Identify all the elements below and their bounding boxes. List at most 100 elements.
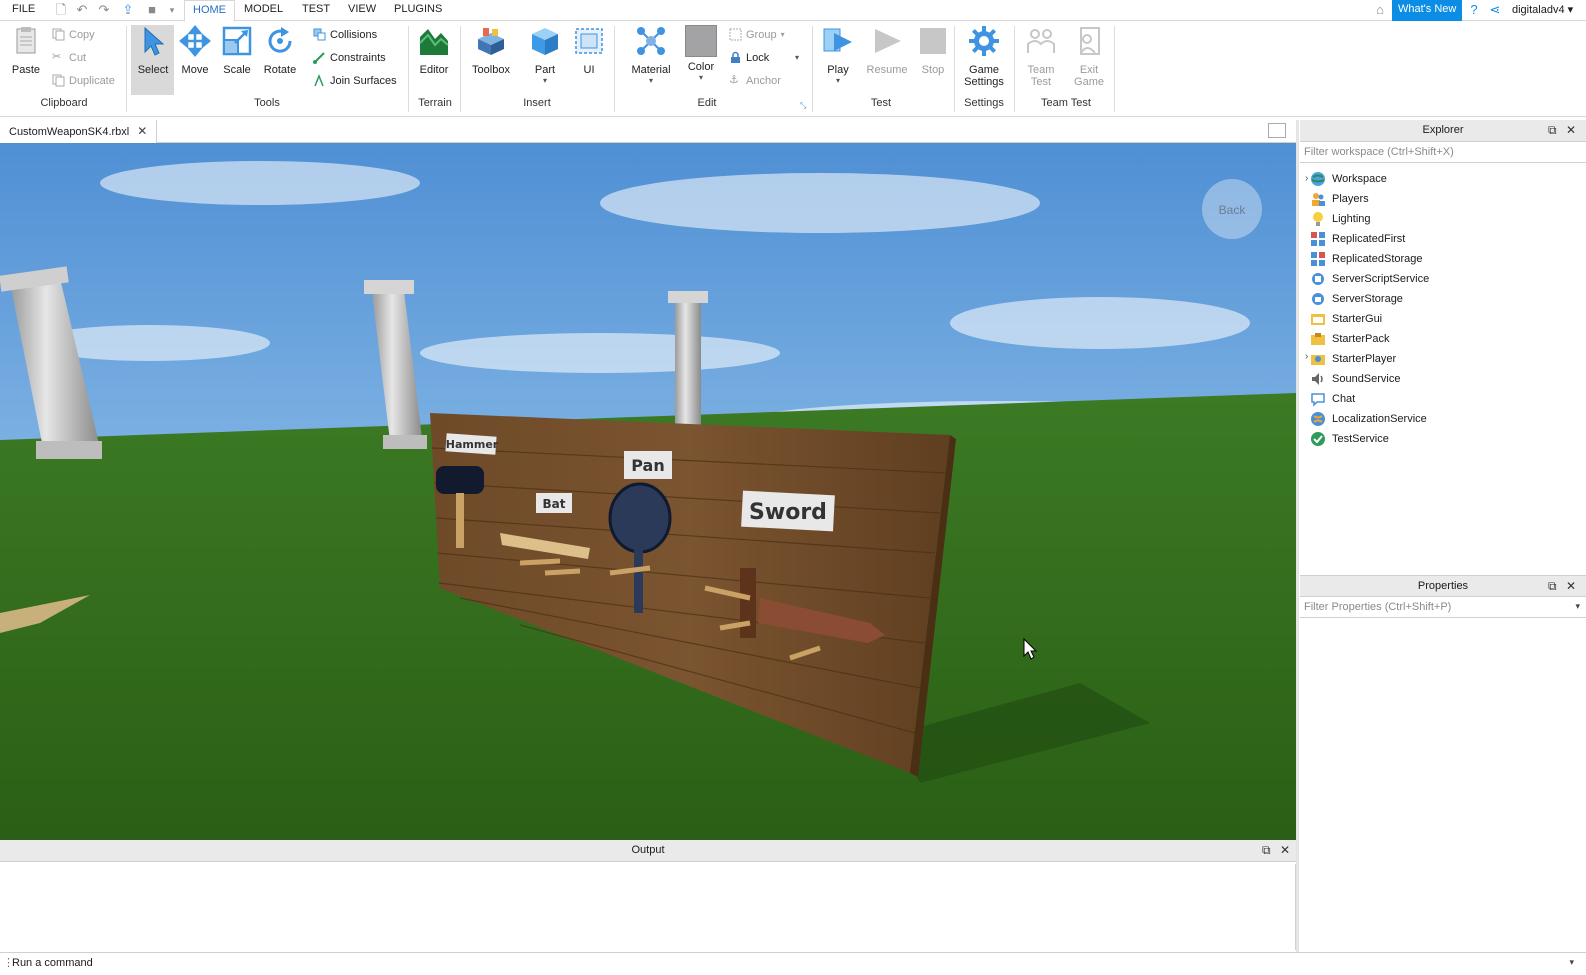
tab-model[interactable]: MODEL [244, 3, 283, 15]
material-button[interactable]: Material ▾ [628, 25, 674, 85]
resume-button[interactable]: Resume [864, 25, 910, 76]
output-undock-icon[interactable]: ⧉ [1262, 843, 1271, 858]
join-surfaces-toggle[interactable]: Join Surfaces [313, 74, 397, 87]
user-menu[interactable]: digitaladv4 ▾ [1512, 3, 1573, 16]
explorer-item-players[interactable]: Players [1310, 189, 1369, 209]
edit-settings-launcher-icon[interactable]: ⤡ [800, 101, 806, 111]
move-button[interactable]: Move [178, 25, 212, 76]
terrain-editor-label: Editor [419, 64, 449, 76]
separator [126, 26, 127, 112]
explorer-item-localizationservice[interactable]: LocalizationService [1310, 409, 1427, 429]
quick-access-dropdown-icon[interactable]: ▾ [164, 2, 180, 18]
command-history-dropdown-icon[interactable]: ▾ [1569, 957, 1574, 968]
explorer-item-chat[interactable]: Chat [1310, 389, 1355, 409]
undo-icon[interactable]: ↶ [74, 2, 90, 18]
properties-close-icon[interactable]: ✕ [1566, 579, 1576, 593]
explorer-item-starterplayer[interactable]: StarterPlayer [1310, 349, 1396, 369]
ui-button[interactable]: UI [573, 25, 605, 76]
tab-test[interactable]: TEST [302, 3, 330, 15]
separator [1114, 26, 1115, 112]
stop-small-icon[interactable]: ■ [144, 2, 160, 18]
tab-home[interactable]: HOME [184, 0, 235, 22]
team-test-button[interactable]: Team Test [1022, 25, 1060, 88]
group-button[interactable]: Group ▾ [729, 28, 785, 41]
properties-undock-icon[interactable]: ⧉ [1548, 579, 1557, 594]
explorer-close-icon[interactable]: ✕ [1566, 123, 1576, 137]
close-tab-icon[interactable]: ✕ [137, 124, 147, 138]
toolbox-button[interactable]: Toolbox [468, 25, 514, 76]
explorer-item-starterpack[interactable]: StarterPack [1310, 329, 1389, 349]
scale-button[interactable]: Scale [220, 25, 254, 76]
explorer-item-testservice[interactable]: TestService [1310, 429, 1389, 449]
file-menu[interactable]: FILE [12, 3, 35, 15]
panel-splitter[interactable] [1296, 120, 1299, 952]
play-dropdown-icon[interactable]: ▾ [820, 76, 856, 85]
color-button[interactable]: Color ▾ [684, 25, 718, 82]
explorer-item-workspace[interactable]: Workspace [1310, 169, 1387, 189]
exit-game-button[interactable]: Exit Game [1070, 25, 1108, 88]
separator [614, 26, 615, 112]
lock-button[interactable]: Lock [729, 51, 769, 64]
cut-button[interactable]: ✂ Cut [52, 51, 86, 64]
select-button[interactable]: Select [134, 25, 172, 76]
anchor-button[interactable]: ⚓ Anchor [729, 74, 781, 87]
chevron-down-icon[interactable]: ▾ [1575, 601, 1580, 612]
material-dropdown-icon[interactable]: ▾ [628, 76, 674, 85]
help-icon[interactable]: ? [1466, 2, 1482, 18]
share-icon[interactable]: ⋖ [1487, 2, 1503, 18]
color-swatch-icon [685, 25, 717, 57]
explorer-filter-input[interactable]: Filter workspace (Ctrl+Shift+X) [1300, 143, 1586, 163]
tab-plugins[interactable]: PLUGINS [394, 3, 442, 15]
command-input[interactable]: Run a command [12, 957, 93, 969]
tab-view[interactable]: VIEW [348, 3, 376, 15]
paste-button[interactable]: Paste [8, 25, 44, 76]
gear-icon [969, 26, 999, 56]
properties-filter-input[interactable]: Filter Properties (Ctrl+Shift+P) ▾ [1300, 598, 1586, 618]
rotate-button[interactable]: Rotate [261, 25, 299, 76]
output-log[interactable] [0, 864, 1296, 950]
whats-new-button[interactable]: What's New [1392, 0, 1463, 21]
lock-dropdown-icon[interactable]: ▾ [795, 53, 799, 62]
color-dropdown-icon[interactable]: ▾ [684, 73, 718, 82]
output-close-icon[interactable]: ✕ [1280, 843, 1290, 857]
explorer-item-serverstorage[interactable]: ServerStorage [1310, 289, 1403, 309]
players-icon [1312, 193, 1325, 206]
terrain-editor-button[interactable]: Editor [416, 25, 452, 76]
expand-starterplayer-icon[interactable]: › [1305, 351, 1308, 362]
part-dropdown-icon[interactable]: ▾ [528, 76, 562, 85]
explorer-undock-icon[interactable]: ⧉ [1548, 123, 1557, 138]
expand-workspace-icon[interactable]: › [1305, 173, 1308, 184]
constraints-toggle[interactable]: Constraints [313, 51, 386, 64]
explorer-item-serverscriptservice[interactable]: ServerScriptService [1310, 269, 1429, 289]
document-tab-bar: CustomWeaponSK4.rbxl ✕ [0, 120, 1296, 143]
document-tab[interactable]: CustomWeaponSK4.rbxl ✕ [0, 120, 158, 143]
explorer-item-replicatedfirst[interactable]: ReplicatedFirst [1310, 229, 1405, 249]
copy-button[interactable]: Copy [52, 28, 95, 41]
explorer-item-label: ServerScriptService [1332, 273, 1430, 285]
sign-pan: Pan [624, 451, 672, 479]
explorer-item-soundservice[interactable]: SoundService [1310, 369, 1401, 389]
collisions-toggle[interactable]: Collisions [313, 28, 377, 41]
viewport-layout-icon[interactable] [1268, 123, 1286, 138]
explorer-item-label: Players [1332, 193, 1369, 205]
insert-group-label: Insert [523, 97, 551, 109]
duplicate-button[interactable]: Duplicate [52, 74, 115, 87]
play-button[interactable]: Play ▾ [820, 25, 856, 85]
publish-icon[interactable]: ⇪ [120, 2, 136, 18]
explorer-item-startergui[interactable]: StarterGui [1310, 309, 1382, 329]
scale-label: Scale [223, 64, 251, 76]
command-bar[interactable]: ⋮ Run a command ▾ [0, 952, 1586, 975]
explorer-item-lighting[interactable]: Lighting [1310, 209, 1371, 229]
new-file-icon[interactable]: 🗋 [53, 2, 69, 18]
stop-button[interactable]: Stop [916, 25, 950, 76]
explorer-title: Explorer [1422, 124, 1464, 136]
part-button[interactable]: Part ▾ [528, 25, 562, 85]
redo-icon[interactable]: ↷ [96, 2, 112, 18]
back-button[interactable]: Back [1202, 179, 1262, 239]
collapse-ribbon-icon[interactable]: ⌂ [1372, 2, 1388, 18]
game-settings-button[interactable]: Game Settings [962, 25, 1006, 88]
toolbox-icon [478, 28, 504, 55]
explorer-item-replicatedstorage[interactable]: ReplicatedStorage [1310, 249, 1423, 269]
clipboard-group-label: Clipboard [40, 97, 88, 109]
3d-viewport[interactable]: Hammer Bat Pan Sword Back [0, 143, 1296, 840]
